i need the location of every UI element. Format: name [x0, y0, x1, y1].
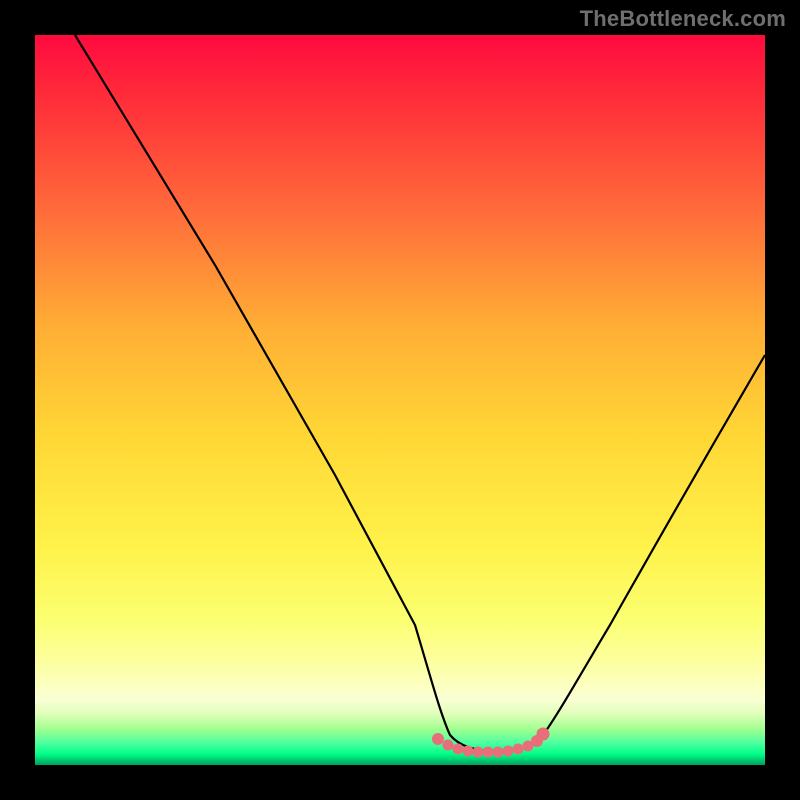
- chart-frame: TheBottleneck.com: [0, 0, 800, 800]
- curve-layer: [35, 35, 765, 765]
- plot-area: [35, 35, 765, 765]
- watermark-text: TheBottleneck.com: [580, 6, 786, 32]
- bottleneck-curve: [75, 35, 765, 751]
